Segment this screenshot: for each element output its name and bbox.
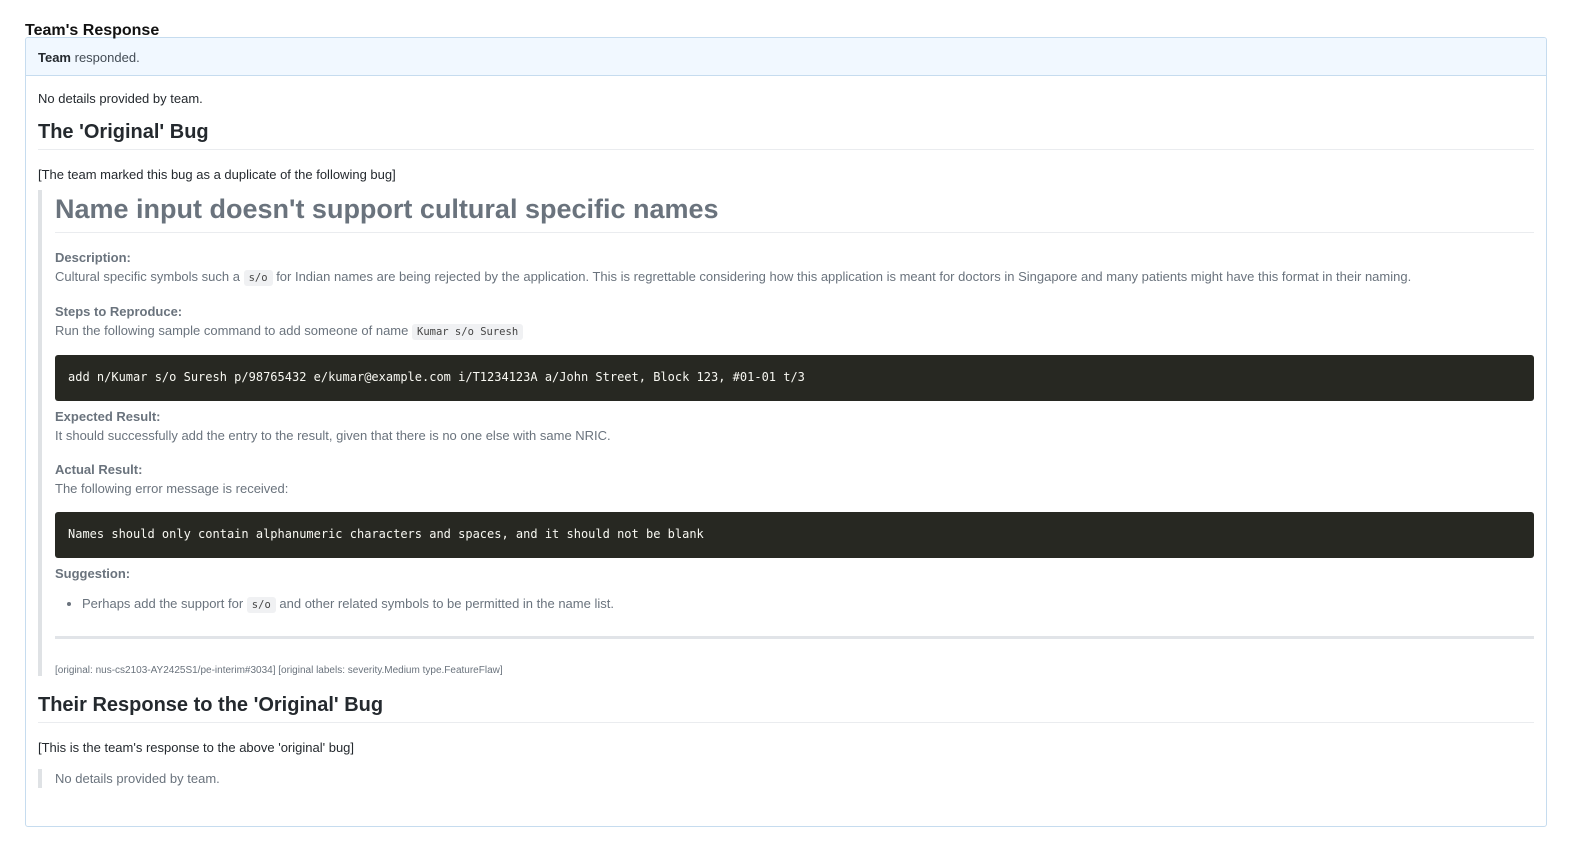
actual-label: Actual Result: xyxy=(55,462,143,477)
actual-text: The following error message is received: xyxy=(55,481,289,496)
comment-body: No details provided by team. The 'Origin… xyxy=(26,76,1546,788)
description-text: Cultural specific symbols such a s/o for… xyxy=(55,265,1534,287)
suggestion-list: Perhaps add the support for s/o and othe… xyxy=(55,581,1534,614)
response-comment-box: Team responded. No details provided by t… xyxy=(25,37,1547,827)
suggestion-item: Perhaps add the support for s/o and othe… xyxy=(82,595,1534,614)
suggestion-pre: Perhaps add the support for xyxy=(82,596,244,611)
comment-author[interactable]: Team xyxy=(38,50,71,65)
original-reference: [original: nus-cs2103-AY2425S1/pe-interi… xyxy=(55,665,503,676)
original-bug-title: Name input doesn't support cultural spec… xyxy=(55,190,1534,233)
steps-text: Run the following sample command to add … xyxy=(55,319,1534,341)
no-details-text: No details provided by team. xyxy=(38,91,203,106)
suggestion-label: Suggestion: xyxy=(55,566,131,581)
comment-header: Team responded. xyxy=(26,38,1546,76)
description-code: s/o xyxy=(243,270,273,286)
page: Team's Response Team responded. No detai… xyxy=(0,0,1590,827)
steps-label: Steps to Reproduce: xyxy=(55,304,183,319)
duplicate-note: [The team marked this bug as a duplicate… xyxy=(38,167,396,182)
their-response-heading: Their Response to the 'Original' Bug xyxy=(38,676,1534,723)
description-label: Description: xyxy=(55,250,131,265)
error-message-block[interactable]: Names should only contain alphanumeric c… xyxy=(55,512,1534,558)
suggestion-post: and other related symbols to be permitte… xyxy=(279,596,614,611)
steps-code: Kumar s/o Suresh xyxy=(412,324,524,340)
original-bug-quote: Name input doesn't support cultural spec… xyxy=(38,190,1534,676)
expected-label: Expected Result: xyxy=(55,409,161,424)
their-response-quote: No details provided by team. xyxy=(38,769,1534,788)
steps-pre: Run the following sample command to add … xyxy=(55,323,409,338)
original-bug-heading: The 'Original' Bug xyxy=(38,110,1534,150)
description-post: for Indian names are being rejected by t… xyxy=(276,269,1412,284)
steps-command-block[interactable]: add n/Kumar s/o Suresh p/98765432 e/kuma… xyxy=(55,355,1534,401)
suggestion-code: s/o xyxy=(246,597,276,613)
expected-text: It should successfully add the entry to … xyxy=(55,428,611,443)
description-pre: Cultural specific symbols such a xyxy=(55,269,240,284)
section-title: Team's Response xyxy=(25,22,160,39)
their-response-note: [This is the team's response to the abov… xyxy=(38,740,355,755)
comment-action: responded. xyxy=(74,50,140,65)
